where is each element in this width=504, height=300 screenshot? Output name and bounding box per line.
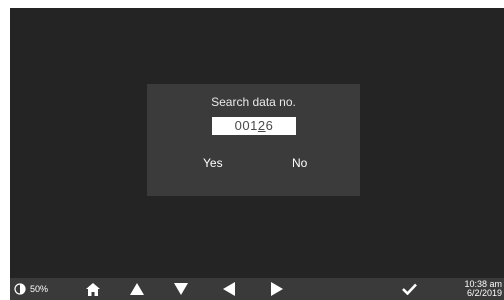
down-button[interactable] (170, 278, 192, 300)
yes-button[interactable]: Yes (197, 154, 229, 172)
bottom-toolbar: 50% 10:38 am 6/2/2019 (10, 278, 504, 300)
number-cursor-digit: 2 (257, 118, 266, 133)
check-icon (401, 283, 417, 295)
device-screen: Search data no. 00126 Yes No 50% 10:38 a… (0, 0, 504, 300)
battery-icon (14, 283, 26, 295)
confirm-button[interactable] (398, 278, 420, 300)
no-button[interactable]: No (286, 154, 313, 172)
number-prefix: 001 (234, 118, 258, 133)
data-number-field[interactable]: 00126 (212, 117, 296, 135)
battery-status: 50% (14, 278, 48, 300)
clock: 10:38 am 6/2/2019 (440, 278, 502, 300)
dialog-title: Search data no. (211, 95, 296, 109)
right-arrow-icon (271, 282, 283, 296)
right-button[interactable] (266, 278, 288, 300)
up-arrow-icon (130, 283, 144, 295)
left-arrow-icon (223, 282, 235, 296)
date-label: 6/2/2019 (466, 288, 502, 298)
number-suffix: 6 (265, 118, 274, 133)
search-dialog: Search data no. 00126 Yes No (147, 84, 360, 196)
home-icon (86, 282, 100, 296)
down-arrow-icon (174, 283, 188, 295)
up-button[interactable] (126, 278, 148, 300)
left-button[interactable] (218, 278, 240, 300)
home-button[interactable] (82, 278, 104, 300)
battery-label: 50% (30, 284, 49, 294)
